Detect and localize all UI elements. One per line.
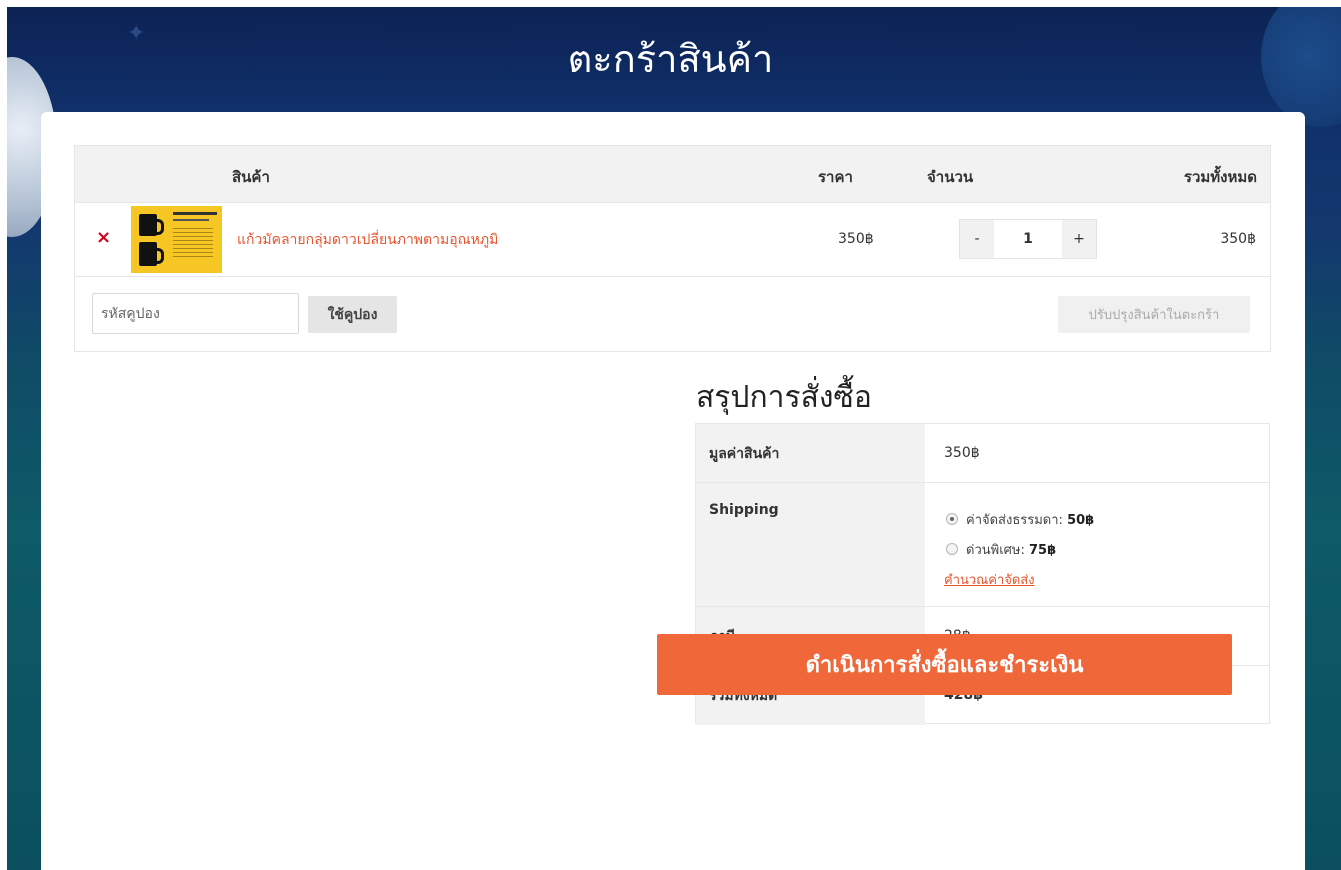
shipping-label: Shipping — [696, 483, 925, 606]
shipping-option-standard[interactable]: ค่าจัดส่งธรรมดา: 50฿ — [946, 509, 1094, 530]
column-header-total: รวมทั้งหมด — [1183, 168, 1257, 186]
cart-panel: สินค้า ราคา จำนวน รวมทั้งหมด × แก้วมัคลา… — [41, 112, 1305, 870]
remove-icon[interactable]: × — [96, 229, 111, 247]
cart-table: สินค้า ราคา จำนวน รวมทั้งหมด × แก้วมัคลา… — [74, 145, 1271, 352]
update-cart-button[interactable]: ปรับปรุงสินค้าในตะกร้า — [1058, 296, 1250, 333]
radio-selected-icon[interactable] — [946, 513, 958, 525]
shipping-option-price: 50฿ — [1067, 513, 1095, 528]
product-price: 350฿ — [838, 231, 874, 247]
subtotal-label: มูลค่าสินค้า — [696, 424, 925, 482]
apply-coupon-button[interactable]: ใช้คูปอง — [308, 296, 397, 333]
shipping-option-price: 75฿ — [1028, 543, 1057, 558]
quantity-increase-button[interactable]: + — [1062, 220, 1096, 258]
table-row: × แก้วมัคลายกลุ่มดาวเปลี่ยนภาพตามอุณหภูม… — [75, 203, 1270, 277]
radio-unselected-icon[interactable] — [946, 543, 958, 555]
summary-title: สรุปการสั่งซื้อ — [696, 380, 872, 415]
checkout-button[interactable]: ดำเนินการสั่งซื้อและชำระเงิน — [657, 634, 1232, 695]
calculate-shipping-link[interactable]: คำนวณค่าจัดส่ง — [944, 569, 1035, 590]
column-header-product: สินค้า — [232, 168, 270, 186]
quantity-decrease-button[interactable]: - — [960, 220, 994, 258]
coupon-input[interactable] — [92, 293, 299, 334]
column-header-quantity: จำนวน — [927, 168, 974, 186]
product-name-link[interactable]: แก้วมัคลายกลุ่มดาวเปลี่ยนภาพตามอุณหภูมิ — [237, 229, 498, 251]
table-header: สินค้า ราคา จำนวน รวมทั้งหมด — [75, 146, 1270, 203]
subtotal-row: มูลค่าสินค้า 350฿ — [696, 424, 1269, 483]
line-total: 350฿ — [1220, 231, 1256, 247]
quantity-stepper: - 1 + — [959, 219, 1097, 259]
shipping-option-label: ด่วนพิเศษ: — [966, 543, 1025, 558]
shipping-row: Shipping ค่าจัดส่งธรรมดา: 50฿ ด่วนพิเศษ:… — [696, 483, 1269, 607]
column-header-price: ราคา — [818, 168, 853, 186]
subtotal-value: 350฿ — [944, 445, 980, 461]
shipping-option-express[interactable]: ด่วนพิเศษ: 75฿ — [946, 539, 1056, 560]
product-thumbnail[interactable] — [131, 206, 222, 273]
page-title: ตะกร้าสินค้า — [567, 37, 774, 81]
shipping-option-label: ค่าจัดส่งธรรมดา: — [966, 513, 1063, 528]
quantity-input[interactable]: 1 — [994, 220, 1062, 258]
